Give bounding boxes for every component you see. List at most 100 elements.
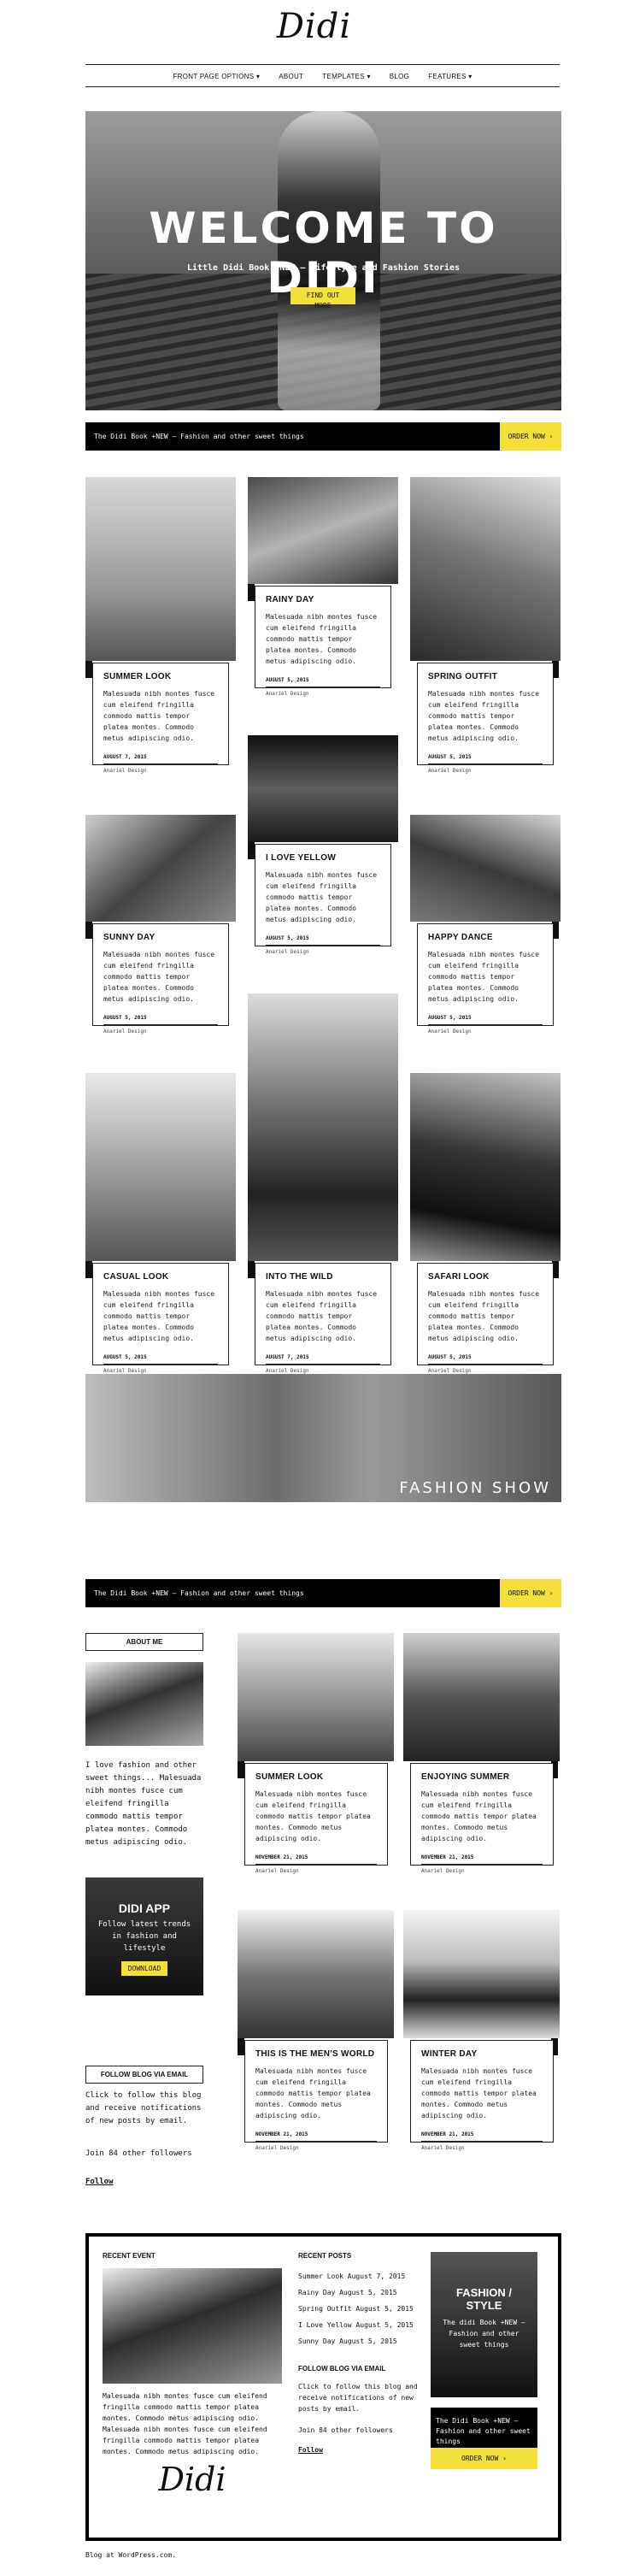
nav-bottom-rule: [85, 86, 560, 87]
post-date[interactable]: AUGUST 5, 2015: [428, 754, 543, 764]
fashion-show-banner[interactable]: FASHION SHOW: [85, 1374, 561, 1502]
main-nav: FRONT PAGE OPTIONS ▾ ABOUT TEMPLATES ▾ B…: [85, 67, 560, 85]
post-card: CASUAL LOOK Malesuada nibh montes fusce …: [92, 1263, 229, 1374]
post-date[interactable]: AUGUST 5, 2015: [266, 677, 380, 687]
card-shadow: [238, 1761, 244, 1778]
post-image[interactable]: [85, 815, 236, 922]
post-excerpt: Malesuada nibh montes fusce cum eleifend…: [428, 1290, 540, 1342]
post-image[interactable]: [403, 1910, 560, 2038]
post-date[interactable]: NOVEMBER 21, 2015: [255, 1854, 377, 1865]
follow-link[interactable]: Follow: [85, 2176, 114, 2189]
about-me-heading: ABOUT ME: [85, 1633, 203, 1651]
post-author[interactable]: Anariel Design: [255, 1868, 377, 1874]
post-title[interactable]: CASUAL LOOK: [103, 1272, 218, 1282]
post-title[interactable]: SAFARI LOOK: [428, 1272, 543, 1282]
post-excerpt: Malesuada nibh montes fusce cum eleifend…: [103, 690, 215, 742]
post-author[interactable]: Anariel Design: [266, 949, 380, 955]
footer-follow-text: Click to follow this blog and receive no…: [298, 2383, 418, 2413]
post-card: ENJOYING SUMMER Malesuada nibh montes fu…: [410, 1763, 554, 1874]
post-date[interactable]: AUGUST 5, 2015: [103, 1015, 218, 1025]
post-card: INTO THE WILD Malesuada nibh montes fusc…: [255, 1263, 391, 1374]
nav-features[interactable]: FEATURES ▾: [428, 73, 472, 80]
download-button[interactable]: DOWNLOAD: [120, 1961, 168, 1976]
post-author[interactable]: Anariel Design: [103, 1368, 218, 1374]
post-image[interactable]: [410, 477, 561, 661]
find-out-more-button[interactable]: FIND OUT MORE: [291, 287, 355, 309]
credit[interactable]: Blog at WordPress.com.: [85, 2551, 176, 2559]
post-author[interactable]: Anariel Design: [421, 1868, 543, 1874]
post-author[interactable]: Anariel Design: [428, 1029, 543, 1035]
post-date[interactable]: AUGUST 7, 2015: [103, 754, 218, 764]
order-now-button[interactable]: ORDER NOW ›: [500, 422, 561, 451]
promo-bar: The Didi Book +NEW – Fashion and other s…: [85, 1579, 561, 1607]
post-card: I LOVE YELLOW Malesuada nibh montes fusc…: [255, 844, 391, 955]
fashion-style-widget[interactable]: FASHION / STYLE The didi Book +NEW – Fas…: [431, 2252, 537, 2397]
fashion-style-title: FASHION / STYLE: [455, 2286, 512, 2312]
footer-order-now-button[interactable]: ORDER NOW ›: [431, 2448, 537, 2469]
post-image[interactable]: [85, 1073, 236, 1261]
post-image[interactable]: [238, 1910, 394, 2038]
post-title[interactable]: HAPPY DANCE: [428, 933, 543, 942]
post-title[interactable]: ENJOYING SUMMER: [421, 1772, 543, 1782]
promo-text: The Didi Book +NEW – Fashion and other s…: [94, 433, 304, 440]
post-date[interactable]: AUGUST 7, 2015: [266, 1354, 380, 1365]
post-title[interactable]: SUNNY DAY: [103, 933, 218, 942]
recent-post-link[interactable]: Rainy Day August 5, 2015: [298, 2284, 418, 2301]
footer-widgets: RECENT EVENT Malesuada nibh montes fusce…: [85, 2233, 561, 2541]
card-shadow: [248, 584, 255, 601]
post-date[interactable]: AUGUST 5, 2015: [428, 1015, 543, 1025]
post-date[interactable]: AUGUST 5, 2015: [266, 935, 380, 946]
footer-follow-link[interactable]: Follow: [298, 2446, 418, 2454]
post-image[interactable]: [248, 735, 398, 842]
recent-posts-list: Summer Look August 7, 2015 Rainy Day Aug…: [298, 2268, 418, 2349]
recent-event-image[interactable]: [103, 2268, 282, 2384]
post-date[interactable]: AUGUST 5, 2015: [428, 1354, 543, 1365]
promo-bar: The Didi Book +NEW – Fashion and other s…: [85, 422, 561, 451]
recent-posts-widget: RECENT POSTS Summer Look August 7, 2015 …: [298, 2252, 418, 2454]
recent-post-link[interactable]: Summer Look August 7, 2015: [298, 2268, 418, 2284]
nav-blog[interactable]: BLOG: [390, 73, 409, 80]
post-image[interactable]: [85, 477, 236, 661]
post-image[interactable]: [248, 477, 398, 584]
post-image[interactable]: [410, 815, 561, 922]
recent-post-link[interactable]: Sunny Day August 5, 2015: [298, 2333, 418, 2349]
post-title[interactable]: SUMMER LOOK: [255, 1772, 377, 1782]
didi-app-widget: DIDI APP Follow latest trends in fashion…: [85, 1877, 203, 1995]
post-date[interactable]: NOVEMBER 21, 2015: [421, 2131, 543, 2142]
post-title[interactable]: SUMMER LOOK: [103, 672, 218, 681]
post-image[interactable]: [410, 1073, 561, 1261]
post-title[interactable]: THIS IS THE MEN'S WORLD: [255, 2049, 377, 2059]
post-image[interactable]: [248, 993, 398, 1261]
about-me-text: I love fashion and other sweet things...…: [85, 1761, 202, 1847]
post-author[interactable]: Anariel Design: [103, 768, 218, 774]
footer-logo[interactable]: Didi: [103, 2461, 282, 2498]
post-excerpt: Malesuada nibh montes fusce cum eleifend…: [266, 613, 378, 665]
site-logo[interactable]: Didi: [0, 7, 628, 46]
nav-front-page-options[interactable]: FRONT PAGE OPTIONS ▾: [173, 73, 260, 80]
post-author[interactable]: Anariel Design: [266, 691, 380, 697]
post-author[interactable]: Anariel Design: [421, 2145, 543, 2151]
follow-blog-text: Click to follow this blog and receive no…: [85, 2091, 202, 2125]
post-title[interactable]: I LOVE YELLOW: [266, 853, 380, 863]
post-author[interactable]: Anariel Design: [428, 1368, 543, 1374]
post-title[interactable]: SPRING OUTFIT: [428, 672, 543, 681]
order-now-button[interactable]: ORDER NOW ›: [500, 1579, 561, 1607]
nav-about[interactable]: ABOUT: [279, 73, 303, 80]
post-date[interactable]: AUGUST 5, 2015: [103, 1354, 218, 1365]
post-author[interactable]: Anariel Design: [428, 768, 543, 774]
post-title[interactable]: WINTER DAY: [421, 2049, 543, 2059]
post-author[interactable]: Anariel Design: [255, 2145, 377, 2151]
post-image[interactable]: [238, 1633, 394, 1761]
post-date[interactable]: NOVEMBER 21, 2015: [255, 2131, 377, 2142]
recent-post-link[interactable]: I Love Yellow August 5, 2015: [298, 2317, 418, 2333]
post-excerpt: Malesuada nibh montes fusce cum eleifend…: [255, 1790, 371, 1842]
post-date[interactable]: NOVEMBER 21, 2015: [421, 1854, 543, 1865]
recent-post-link[interactable]: Spring Outfit August 5, 2015: [298, 2301, 418, 2317]
nav-templates[interactable]: TEMPLATES ▾: [322, 73, 371, 80]
post-image[interactable]: [403, 1633, 560, 1761]
post-title[interactable]: RAINY DAY: [266, 595, 380, 604]
post-author[interactable]: Anariel Design: [103, 1029, 218, 1035]
post-card: WINTER DAY Malesuada nibh montes fusce c…: [410, 2040, 554, 2151]
post-title[interactable]: INTO THE WILD: [266, 1272, 380, 1282]
post-author[interactable]: Anariel Design: [266, 1368, 380, 1374]
